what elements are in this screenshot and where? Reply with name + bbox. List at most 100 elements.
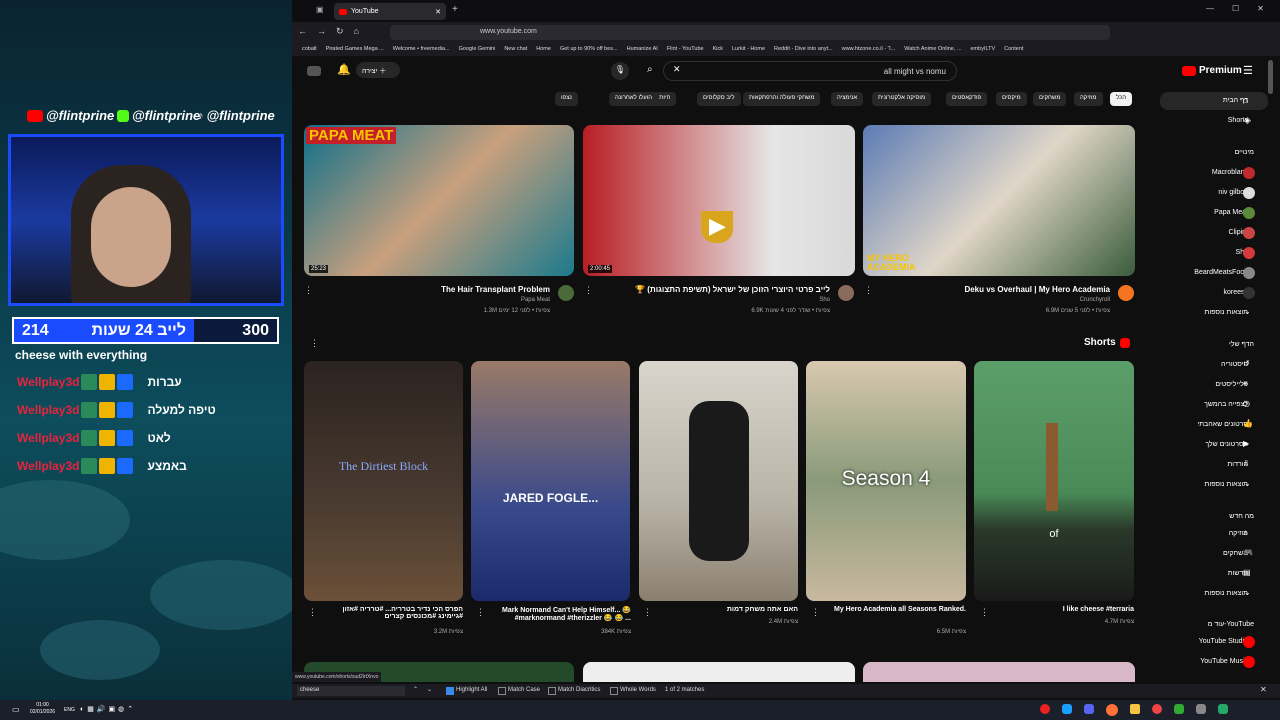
new-tab-icon[interactable]: + — [452, 4, 458, 15]
chip[interactable]: נצפו — [555, 92, 578, 106]
you-header[interactable]: הדף שלי — [1229, 341, 1254, 348]
chip[interactable]: מוסיקה אלקטרונית — [872, 92, 932, 106]
bookmark[interactable]: Watch Anime Online, ... — [904, 46, 961, 53]
match-diacritics-checkbox[interactable] — [548, 687, 556, 695]
app-icon[interactable] — [1174, 704, 1184, 714]
close-tab-icon[interactable]: ✕ — [435, 8, 441, 16]
voice-search-icon[interactable]: 🎙 — [611, 62, 629, 80]
more-options-icon[interactable]: ⋮ — [864, 285, 873, 296]
url-bar[interactable]: www.youtube.com — [390, 25, 1110, 40]
video-thumbnail[interactable]: ▶ 2:00:45 — [583, 125, 855, 276]
more-options-icon[interactable]: ⋮ — [308, 607, 317, 618]
app-icon[interactable] — [1152, 704, 1162, 714]
short-thumbnail[interactable]: of — [974, 361, 1134, 601]
find-input[interactable]: cheese — [297, 686, 405, 696]
app-icon[interactable] — [1218, 704, 1228, 714]
tab-youtube[interactable]: YouTube ✕ — [334, 3, 446, 20]
bookmark[interactable]: Reddit - Dive into anyt... — [774, 46, 833, 53]
notifications-icon[interactable]: 🔔 — [337, 63, 351, 76]
video-thumbnail[interactable] — [583, 662, 855, 682]
channel-name[interactable]: Crunchyroll — [870, 297, 1110, 303]
chip[interactable]: הועלו לאחרונה — [609, 92, 659, 106]
short-title[interactable]: My Hero Academia all Seasons Ranked. — [823, 606, 966, 613]
minimize-icon[interactable]: — — [1206, 4, 1214, 13]
chip[interactable]: מוזיקה — [1074, 92, 1103, 106]
bookmark[interactable]: Get up to 90% off bes... — [560, 46, 618, 53]
video-thumbnail[interactable] — [863, 662, 1135, 682]
sidebar-sub[interactable]: BeardMeatsFood — [1194, 269, 1248, 276]
bookmark[interactable]: Welcome • freemedia... — [393, 46, 450, 53]
short-title[interactable]: הפרס הכי נדיר בטרריה... #טרריה #אזון #גי… — [320, 606, 463, 620]
account-avatar[interactable] — [307, 66, 321, 76]
chip[interactable]: מיקסים — [996, 92, 1027, 106]
bookmark[interactable]: Google Gemini — [459, 46, 496, 53]
chip[interactable]: הכל — [1110, 92, 1133, 106]
short-thumbnail[interactable]: The Dirtiest Block — [304, 361, 463, 601]
folder-icon[interactable] — [1130, 704, 1140, 714]
notification-center-icon[interactable]: ▭ — [12, 705, 20, 714]
video-title[interactable]: The Hair Transplant Problem — [310, 285, 550, 294]
sidebar-item-your-videos[interactable]: הסרטונים שלך — [1205, 441, 1248, 448]
bookmark[interactable]: Pirated Games Mega ... — [326, 46, 384, 53]
window-close-icon[interactable]: ✕ — [1257, 4, 1264, 13]
channel-name[interactable]: Papa Meat — [310, 297, 550, 303]
short-thumbnail[interactable]: JARED FOGLE... — [471, 361, 630, 601]
sidebar-item-liked[interactable]: סרטונים שאהבתי — [1197, 421, 1248, 428]
more-options-icon[interactable]: ⋮ — [304, 285, 313, 296]
bookmark[interactable]: Kick — [713, 46, 723, 53]
search-input[interactable]: all might vs nomu — [663, 61, 957, 81]
channel-avatar[interactable] — [558, 285, 574, 301]
channel-avatar[interactable] — [1118, 285, 1134, 301]
video-title[interactable]: 🏆 לייב פרטי היוצרי הזוכן של ישראל (תשיפת… — [590, 285, 830, 294]
more-options-icon[interactable]: ⋮ — [643, 607, 652, 618]
find-prev-icon[interactable]: ⌃ — [413, 686, 418, 693]
short-title[interactable]: I like cheese #terraria — [991, 606, 1134, 613]
app-icon[interactable] — [1196, 704, 1206, 714]
channel-avatar[interactable] — [838, 285, 854, 301]
clock[interactable]: 01:00 02/01/2026 — [30, 702, 55, 716]
chip[interactable]: אנימציה — [831, 92, 864, 106]
scrollbar[interactable] — [1268, 60, 1273, 94]
reload-icon[interactable]: ↻ — [336, 26, 344, 37]
create-button[interactable]: יצירה ＋ — [356, 62, 400, 78]
bookmark[interactable]: cobalt — [302, 46, 317, 53]
tab-list-icon[interactable]: ▣ — [316, 5, 324, 14]
search-icon[interactable]: ⌕ — [647, 64, 653, 75]
discord-icon[interactable] — [1084, 704, 1094, 714]
more-options-icon[interactable]: ⋮ — [476, 607, 485, 618]
close-find-icon[interactable]: ✕ — [1260, 685, 1267, 694]
bookmark[interactable]: Flint - YouTube — [667, 46, 704, 53]
maximize-icon[interactable]: ☐ — [1232, 4, 1239, 13]
short-thumbnail[interactable]: Season 4 — [806, 361, 966, 601]
sidebar-show-more[interactable]: תוצאות נוספות — [1205, 481, 1248, 488]
youtube-logo[interactable]: Premium — [1182, 65, 1242, 76]
short-title[interactable]: האם אתה משחק דמות — [655, 606, 798, 613]
short-title[interactable]: Mark Normand Can't Help Himself... 😂 #ma… — [488, 606, 631, 622]
clear-search-icon[interactable]: ✕ — [673, 64, 681, 75]
home-icon[interactable]: ⌂ — [354, 26, 359, 37]
match-case-checkbox[interactable] — [498, 687, 506, 695]
whole-words-checkbox[interactable] — [610, 687, 618, 695]
bookmark[interactable]: New chat — [504, 46, 527, 53]
bookmark[interactable]: embyILTV — [971, 46, 996, 53]
video-thumbnail[interactable]: MY HERO ACADEMIA — [863, 125, 1135, 276]
app-icon[interactable] — [1040, 704, 1050, 714]
sidebar-item-watch-later[interactable]: לצפייה בהמשך — [1204, 401, 1248, 408]
chip[interactable]: משחקים — [1033, 92, 1067, 106]
bookmark[interactable]: Humanize AI — [627, 46, 658, 53]
firefox-icon[interactable] — [1106, 704, 1118, 716]
bookmark[interactable]: www.htzone.co.il - ד... — [842, 46, 896, 53]
chip[interactable]: משחקי פעולה והרפתקאות — [743, 92, 821, 106]
back-icon[interactable]: ← — [298, 26, 307, 37]
sidebar-item-studio[interactable]: YouTube Studio — [1199, 638, 1248, 645]
more-options-icon[interactable]: ⋮ — [980, 607, 989, 618]
language-indicator[interactable]: ENG — [64, 707, 75, 713]
bookmark[interactable]: Home — [536, 46, 551, 53]
tray-icons[interactable]: ◐▦🔊▣◍⌃ — [80, 705, 136, 713]
channel-name[interactable]: Sho — [590, 297, 830, 303]
more-options-icon[interactable]: ⋮ — [310, 338, 319, 349]
menu-icon[interactable]: ☰ — [1243, 64, 1253, 77]
bookmark[interactable]: Lurkit - Home — [732, 46, 765, 53]
sidebar-item-music-app[interactable]: YouTube Music — [1200, 658, 1248, 665]
find-next-icon[interactable]: ⌄ — [427, 686, 432, 693]
